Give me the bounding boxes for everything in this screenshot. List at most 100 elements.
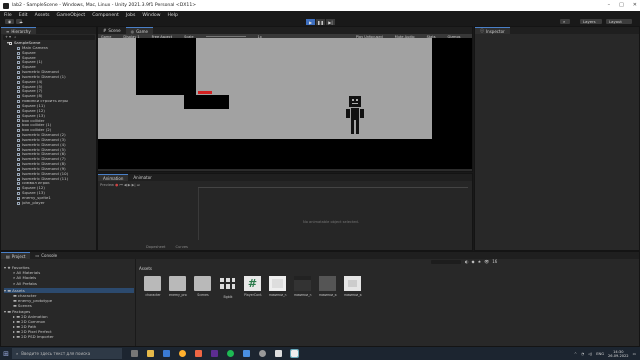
asset-image-3-label: новинки_кв... <box>319 293 337 297</box>
tab-hierarchy[interactable]: ≡ Hierarchy <box>1 27 36 34</box>
menu-component[interactable]: Component <box>92 13 119 18</box>
hierarchy-tree: ▾ SampleScene Main Camera Square Square Squ… <box>7 40 97 206</box>
taskbar: ⊞ ⌕ Введите здесь текст для поиска ^ ◔ ◁… <box>0 347 640 360</box>
asset-image-3[interactable]: новинки_кв... <box>319 276 337 297</box>
telegram-icon[interactable] <box>243 350 250 357</box>
asset-scenes[interactable]: Scenes <box>194 276 212 297</box>
timeline-ruler[interactable] <box>198 183 468 188</box>
gameobject-icon <box>17 90 20 94</box>
tab-animator[interactable]: Animator <box>128 174 156 181</box>
asset-enemy-prototype[interactable]: enemy_pro... <box>169 276 187 297</box>
unity-logo-icon <box>3 2 9 9</box>
pkg-2d-psd-importer-label: 2D PSD Importer <box>21 334 54 340</box>
gameobject-icon <box>17 70 20 74</box>
taskbar-search-input[interactable]: ⌕ Введите здесь текст для поиска <box>12 348 122 359</box>
maximize-button[interactable]: □ <box>619 2 624 8</box>
unity-editor-icon[interactable] <box>290 349 299 358</box>
dopesheet-button[interactable]: Dopesheet <box>146 245 165 249</box>
asset-image-1[interactable]: новинки_гл... <box>269 276 287 297</box>
gameobject-icon <box>17 163 20 167</box>
account-button[interactable]: ◉ <box>5 19 14 24</box>
hierarchy-item[interactable]: john_player <box>17 199 97 206</box>
tab-inspector[interactable]: ⓘ Inspector <box>475 27 510 34</box>
music-icon[interactable] <box>227 350 234 357</box>
gameobject-icon <box>17 196 20 200</box>
layout-dropdown[interactable]: Layout <box>606 19 632 24</box>
network-icon[interactable]: ◔ <box>581 352 584 356</box>
asset-player-controller-label: PlayerCont... <box>244 293 262 297</box>
filter-label-icon[interactable]: ◆ <box>472 259 475 264</box>
red-marker <box>198 91 212 94</box>
gameobject-icon <box>17 133 20 137</box>
curves-button[interactable]: Curves <box>175 245 187 249</box>
menu-jobs[interactable]: Jobs <box>126 13 135 18</box>
asset-image-4[interactable]: новинки_кв... <box>344 276 362 297</box>
tab-animation-label: Animation <box>103 175 124 181</box>
tab-hierarchy-label: Hierarchy <box>11 28 31 34</box>
project-search-input[interactable] <box>431 260 461 264</box>
play-button[interactable]: ▶ <box>306 19 315 25</box>
windows-start-icon[interactable]: ⊞ <box>0 347 12 360</box>
tab-scene[interactable]: # Scene <box>98 27 126 34</box>
obs-icon[interactable] <box>259 350 266 357</box>
gameobject-icon <box>17 143 20 147</box>
breadcrumb[interactable]: Assets <box>139 266 152 271</box>
tab-console[interactable]: ▭ Console <box>30 252 62 259</box>
hierarchy-item-label: john_player <box>22 199 45 205</box>
language-indicator[interactable]: ENG <box>596 352 604 356</box>
menu-help[interactable]: Help <box>167 13 177 18</box>
tab-game[interactable]: ◎ Game <box>125 27 153 34</box>
tab-project[interactable]: ▤ Project <box>1 252 31 259</box>
menu-window[interactable]: Window <box>142 13 160 18</box>
notification-icon[interactable]: ▭ <box>633 352 636 356</box>
cloud-icon[interactable]: ☁ <box>16 19 23 24</box>
volume-icon[interactable]: ◁) <box>588 352 592 356</box>
preview-toggle[interactable]: Preview ● ⏮ ◀ ▶ ▶| ⏭ <box>100 183 140 187</box>
pause-button[interactable]: ❚❚ <box>316 19 325 25</box>
record-icon[interactable]: ● <box>115 183 118 187</box>
unity-hub-icon[interactable] <box>275 350 282 357</box>
project-panel: ▤ Project ▭ Console ◐ ◆ ★ 👁 16 ▾ ★ Favorit… <box>0 251 640 347</box>
layers-dropdown[interactable]: Layers <box>580 19 602 24</box>
star-icon[interactable]: ★ <box>478 259 482 264</box>
gameobject-icon <box>17 158 20 162</box>
task-view-icon[interactable] <box>131 350 138 357</box>
hierarchy-panel: ≡ Hierarchy + ▾ ⌕ ▾ SampleScene Main Came… <box>0 26 97 251</box>
menu-edit[interactable]: Edit <box>19 13 28 18</box>
gameobject-icon <box>17 114 20 118</box>
mail-icon[interactable] <box>163 350 170 357</box>
asset-bgblk[interactable]: Bgblk <box>219 276 237 299</box>
visual-studio-icon[interactable] <box>211 350 218 357</box>
chevron-up-icon[interactable]: ^ <box>574 352 577 356</box>
menu-file[interactable]: File <box>4 13 12 18</box>
tab-inspector-label: Inspector <box>486 28 505 34</box>
tab-animation[interactable]: Animation <box>98 174 129 181</box>
game-tab-icon: ◎ <box>130 28 135 34</box>
empty-message: No animatable object selected. <box>303 220 359 224</box>
search-icon[interactable]: ⌕ <box>560 19 570 24</box>
asset-player-controller[interactable]: # PlayerCont... <box>244 276 262 297</box>
asset-image-2[interactable]: новинки_гл... <box>294 276 312 297</box>
step-button[interactable]: ▶| <box>326 19 335 25</box>
close-button[interactable]: ✕ <box>633 2 637 8</box>
clock[interactable]: 14:30 26.09.2022 <box>608 350 629 358</box>
menu-gameobject[interactable]: GameObject <box>57 13 86 18</box>
scale-slider[interactable] <box>205 36 246 37</box>
fav-all-prefabs[interactable]: ⌕ All Prefabs <box>4 281 134 286</box>
ground-block <box>191 154 472 169</box>
info-icon: ⓘ <box>480 28 484 33</box>
minimize-button[interactable]: – <box>608 2 611 8</box>
game-viewport[interactable] <box>98 38 472 169</box>
slider-count: 16 <box>492 259 498 264</box>
pkg-2d-psd-importer[interactable]: ▸ ▬ 2D PSD Importer <box>4 334 134 339</box>
hierarchy-icon: ≡ <box>6 28 10 34</box>
asset-character[interactable]: character <box>144 276 162 297</box>
file-explorer-icon[interactable] <box>147 350 154 357</box>
menu-assets[interactable]: Assets <box>35 13 50 18</box>
gameobject-icon <box>17 153 20 157</box>
yandex-icon[interactable] <box>195 350 202 357</box>
eye-icon[interactable]: 👁 <box>484 259 489 264</box>
image-icon <box>319 276 336 291</box>
browser-icon[interactable] <box>179 350 186 357</box>
filter-type-icon[interactable]: ◐ <box>465 259 469 264</box>
